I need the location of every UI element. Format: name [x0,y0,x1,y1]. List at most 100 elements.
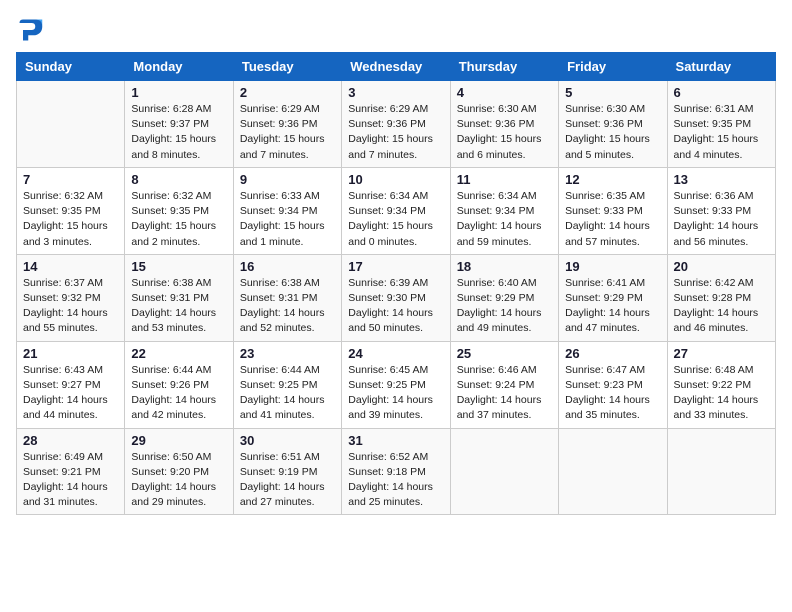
day-number: 26 [565,346,660,361]
day-number: 16 [240,259,335,274]
day-number: 10 [348,172,443,187]
calendar-week-2: 7 Sunrise: 6:32 AM Sunset: 9:35 PM Daylig… [17,167,776,254]
day-detail: Sunrise: 6:34 AM Sunset: 9:34 PM Dayligh… [348,189,443,250]
calendar-cell: 27Sunrise: 6:48 AM Sunset: 9:22 PM Dayli… [667,341,775,428]
day-number: 18 [457,259,552,274]
calendar-cell [17,81,125,168]
day-number: 17 [348,259,443,274]
day-number: 15 [131,259,226,274]
day-number: 12 [565,172,660,187]
day-detail: Sunrise: 6:29 AM Sunset: 9:36 PM Dayligh… [348,102,443,163]
calendar-week-3: 14Sunrise: 6:37 AM Sunset: 9:32 PM Dayli… [17,254,776,341]
calendar-cell: 31Sunrise: 6:52 AM Sunset: 9:18 PM Dayli… [342,428,450,515]
col-header-friday: Friday [559,53,667,81]
calendar-cell: 3 Sunrise: 6:29 AM Sunset: 9:36 PM Daylig… [342,81,450,168]
day-detail: Sunrise: 6:31 AM Sunset: 9:35 PM Dayligh… [674,102,769,163]
day-number: 31 [348,433,443,448]
day-detail: Sunrise: 6:40 AM Sunset: 9:29 PM Dayligh… [457,276,552,337]
calendar-cell: 4 Sunrise: 6:30 AM Sunset: 9:36 PM Daylig… [450,81,558,168]
calendar-cell: 5 Sunrise: 6:30 AM Sunset: 9:36 PM Daylig… [559,81,667,168]
calendar-cell: 8 Sunrise: 6:32 AM Sunset: 9:35 PM Daylig… [125,167,233,254]
col-header-tuesday: Tuesday [233,53,341,81]
day-detail: Sunrise: 6:29 AM Sunset: 9:36 PM Dayligh… [240,102,335,163]
day-number: 8 [131,172,226,187]
day-number: 7 [23,172,118,187]
day-detail: Sunrise: 6:34 AM Sunset: 9:34 PM Dayligh… [457,189,552,250]
calendar-cell: 12 Sunrise: 6:35 AM Sunset: 9:33 PM Dayli… [559,167,667,254]
day-detail: Sunrise: 6:38 AM Sunset: 9:31 PM Dayligh… [131,276,226,337]
day-number: 5 [565,85,660,100]
logo-icon [16,16,44,44]
day-number: 2 [240,85,335,100]
day-detail: Sunrise: 6:30 AM Sunset: 9:36 PM Dayligh… [457,102,552,163]
day-number: 21 [23,346,118,361]
day-detail: Sunrise: 6:30 AM Sunset: 9:36 PM Dayligh… [565,102,660,163]
day-detail: Sunrise: 6:32 AM Sunset: 9:35 PM Dayligh… [23,189,118,250]
day-number: 11 [457,172,552,187]
calendar-cell: 26 Sunrise: 6:47 AM Sunset: 9:23 PM Dayli… [559,341,667,428]
day-detail: Sunrise: 6:32 AM Sunset: 9:35 PM Dayligh… [131,189,226,250]
calendar-cell: 22 Sunrise: 6:44 AM Sunset: 9:26 PM Dayli… [125,341,233,428]
col-header-saturday: Saturday [667,53,775,81]
logo [16,16,48,44]
day-detail: Sunrise: 6:45 AM Sunset: 9:25 PM Dayligh… [348,363,443,424]
day-number: 23 [240,346,335,361]
day-detail: Sunrise: 6:36 AM Sunset: 9:33 PM Dayligh… [674,189,769,250]
day-number: 6 [674,85,769,100]
calendar-cell: 29Sunrise: 6:50 AM Sunset: 9:20 PM Dayli… [125,428,233,515]
calendar-cell: 24Sunrise: 6:45 AM Sunset: 9:25 PM Dayli… [342,341,450,428]
day-number: 20 [674,259,769,274]
calendar-header-row: SundayMondayTuesdayWednesdayThursdayFrid… [17,53,776,81]
day-number: 28 [23,433,118,448]
day-detail: Sunrise: 6:35 AM Sunset: 9:33 PM Dayligh… [565,189,660,250]
day-detail: Sunrise: 6:39 AM Sunset: 9:30 PM Dayligh… [348,276,443,337]
day-number: 25 [457,346,552,361]
day-number: 13 [674,172,769,187]
calendar-cell: 7 Sunrise: 6:32 AM Sunset: 9:35 PM Daylig… [17,167,125,254]
col-header-thursday: Thursday [450,53,558,81]
calendar-week-1: 1 Sunrise: 6:28 AM Sunset: 9:37 PM Daylig… [17,81,776,168]
calendar-cell: 17 Sunrise: 6:39 AM Sunset: 9:30 PM Dayli… [342,254,450,341]
calendar-cell: 11 Sunrise: 6:34 AM Sunset: 9:34 PM Dayli… [450,167,558,254]
day-number: 30 [240,433,335,448]
col-header-monday: Monday [125,53,233,81]
day-number: 22 [131,346,226,361]
calendar-cell: 30 Sunrise: 6:51 AM Sunset: 9:19 PM Dayli… [233,428,341,515]
calendar-cell: 23 Sunrise: 6:44 AM Sunset: 9:25 PM Dayli… [233,341,341,428]
day-number: 4 [457,85,552,100]
day-number: 14 [23,259,118,274]
day-detail: Sunrise: 6:44 AM Sunset: 9:25 PM Dayligh… [240,363,335,424]
calendar-cell: 13 Sunrise: 6:36 AM Sunset: 9:33 PM Dayli… [667,167,775,254]
calendar-week-4: 21Sunrise: 6:43 AM Sunset: 9:27 PM Dayli… [17,341,776,428]
calendar-cell: 14Sunrise: 6:37 AM Sunset: 9:32 PM Dayli… [17,254,125,341]
day-number: 1 [131,85,226,100]
calendar-cell: 2 Sunrise: 6:29 AM Sunset: 9:36 PM Daylig… [233,81,341,168]
calendar-cell: 6 Sunrise: 6:31 AM Sunset: 9:35 PM Daylig… [667,81,775,168]
calendar-cell [559,428,667,515]
day-detail: Sunrise: 6:38 AM Sunset: 9:31 PM Dayligh… [240,276,335,337]
calendar-week-5: 28 Sunrise: 6:49 AM Sunset: 9:21 PM Dayli… [17,428,776,515]
day-detail: Sunrise: 6:44 AM Sunset: 9:26 PM Dayligh… [131,363,226,424]
day-detail: Sunrise: 6:49 AM Sunset: 9:21 PM Dayligh… [23,450,118,511]
calendar-cell: 20Sunrise: 6:42 AM Sunset: 9:28 PM Dayli… [667,254,775,341]
calendar-cell: 10 Sunrise: 6:34 AM Sunset: 9:34 PM Dayli… [342,167,450,254]
day-number: 9 [240,172,335,187]
day-number: 29 [131,433,226,448]
calendar-cell: 16 Sunrise: 6:38 AM Sunset: 9:31 PM Dayli… [233,254,341,341]
calendar-cell: 1 Sunrise: 6:28 AM Sunset: 9:37 PM Daylig… [125,81,233,168]
day-detail: Sunrise: 6:51 AM Sunset: 9:19 PM Dayligh… [240,450,335,511]
day-detail: Sunrise: 6:46 AM Sunset: 9:24 PM Dayligh… [457,363,552,424]
day-number: 3 [348,85,443,100]
day-detail: Sunrise: 6:41 AM Sunset: 9:29 PM Dayligh… [565,276,660,337]
calendar-table: SundayMondayTuesdayWednesdayThursdayFrid… [16,52,776,515]
day-detail: Sunrise: 6:47 AM Sunset: 9:23 PM Dayligh… [565,363,660,424]
day-detail: Sunrise: 6:48 AM Sunset: 9:22 PM Dayligh… [674,363,769,424]
day-detail: Sunrise: 6:33 AM Sunset: 9:34 PM Dayligh… [240,189,335,250]
day-number: 19 [565,259,660,274]
calendar-cell: 28 Sunrise: 6:49 AM Sunset: 9:21 PM Dayli… [17,428,125,515]
page-header [16,16,776,44]
calendar-cell: 21Sunrise: 6:43 AM Sunset: 9:27 PM Dayli… [17,341,125,428]
calendar-cell: 15 Sunrise: 6:38 AM Sunset: 9:31 PM Dayli… [125,254,233,341]
col-header-wednesday: Wednesday [342,53,450,81]
day-detail: Sunrise: 6:28 AM Sunset: 9:37 PM Dayligh… [131,102,226,163]
